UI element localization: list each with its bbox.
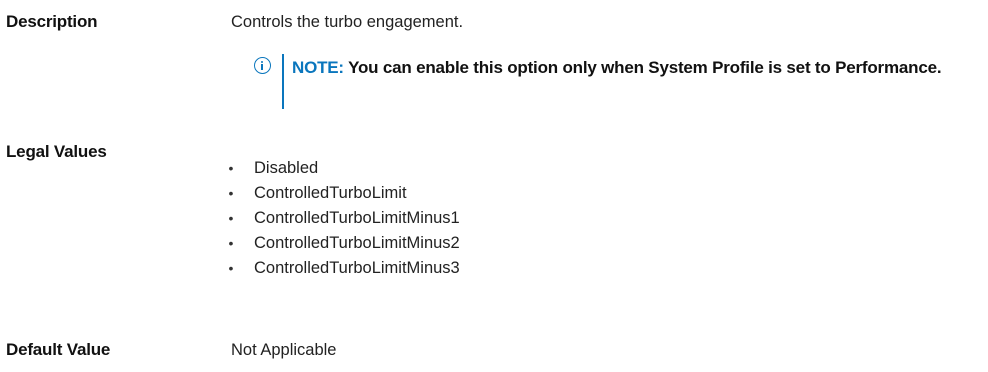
legal-values-list: • Disabled • ControlledTurboLimit • Control… [226,156,460,281]
default-value-text: Not Applicable [231,341,337,359]
list-item: • Disabled [226,156,460,181]
default-value-label: Default Value [6,340,111,359]
note-text: NOTE: You can enable this option only wh… [292,55,984,80]
note-divider [282,54,284,109]
bullet-icon: • [228,260,234,276]
info-icon [254,57,271,74]
list-item: • ControlledTurboLimit [226,181,460,206]
legal-values-row: Legal Values • Disabled • ControlledTurboL… [0,140,988,280]
legal-values-label: Legal Values [6,142,107,161]
list-item-text: ControlledTurboLimit [254,184,407,202]
bullet-icon: • [228,235,234,251]
bullet-icon: • [228,185,234,201]
list-item-text: ControlledTurboLimitMinus3 [254,259,460,277]
note-callout: NOTE: You can enable this option only wh… [254,54,984,110]
list-item-text: Disabled [254,159,319,177]
list-item-text: ControlledTurboLimitMinus1 [254,209,460,227]
note-body: You can enable this option only when Sys… [348,58,942,77]
description-value: Controls the turbo engagement. [231,13,464,31]
bullet-icon: • [228,160,234,176]
list-item: • ControlledTurboLimitMinus3 [226,256,460,281]
list-item-text: ControlledTurboLimitMinus2 [254,234,460,252]
description-label: Description [6,12,98,31]
description-row: Description Controls the turbo engagemen… [0,10,988,36]
list-item: • ControlledTurboLimitMinus1 [226,206,460,231]
note-prefix: NOTE: [292,58,349,77]
list-item: • ControlledTurboLimitMinus2 [226,231,460,256]
bullet-icon: • [228,210,234,226]
default-value-row: Default Value Not Applicable [0,338,988,364]
